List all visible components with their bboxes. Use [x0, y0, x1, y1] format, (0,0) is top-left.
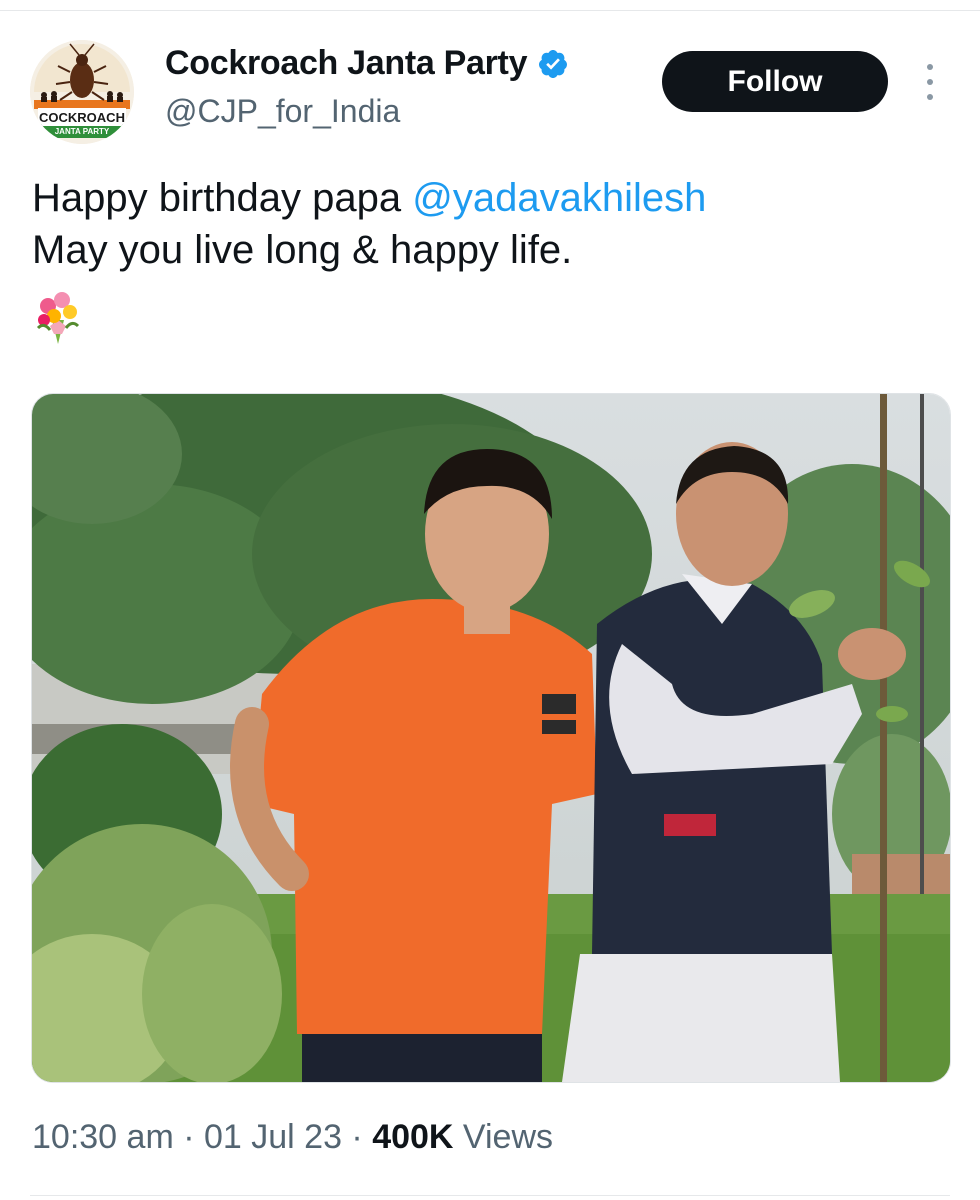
- tweet-text: Happy birthday papa @yadavakhilesh May y…: [32, 172, 952, 276]
- tweet-text-prefix: Happy birthday papa: [32, 176, 413, 220]
- views-label: Views: [453, 1118, 554, 1156]
- photo-illustration: [32, 394, 950, 1082]
- tweet-date[interactable]: 01 Jul 23: [204, 1118, 342, 1156]
- tweet-meta: 10:30 am · 01 Jul 23 · 400K Views: [32, 1118, 553, 1157]
- tweet-photo[interactable]: [31, 393, 951, 1083]
- tweet-line-1: Happy birthday papa @yadavakhilesh: [32, 172, 952, 224]
- meta-separator: ·: [341, 1118, 373, 1156]
- verified-badge-icon[interactable]: [537, 48, 569, 80]
- author-name-row: Cockroach Janta Party: [165, 44, 569, 83]
- cjp-logo: COCKROACH JANTA PARTY: [30, 40, 134, 144]
- follow-button[interactable]: Follow: [662, 51, 888, 112]
- avatar-logo-text: COCKROACH: [39, 110, 125, 125]
- tweet-line-2: May you live long & happy life.: [32, 228, 573, 272]
- more-vertical-icon[interactable]: [916, 64, 944, 100]
- top-divider: [0, 10, 980, 11]
- more-dot: [927, 79, 933, 85]
- bouquet-emoji-icon: [34, 290, 82, 346]
- mention-link[interactable]: @yadavakhilesh: [412, 176, 706, 220]
- more-dot: [927, 94, 933, 100]
- tweet-time[interactable]: 10:30 am: [32, 1118, 174, 1156]
- meta-separator: ·: [173, 1118, 204, 1156]
- avatar-logo-subtext: JANTA PARTY: [55, 127, 110, 136]
- bottom-divider: [30, 1195, 950, 1196]
- more-dot: [927, 64, 933, 70]
- author-display-name[interactable]: Cockroach Janta Party: [165, 44, 528, 83]
- avatar[interactable]: COCKROACH JANTA PARTY: [30, 40, 134, 144]
- views-count[interactable]: 400K: [372, 1118, 453, 1156]
- author-handle[interactable]: @CJP_for_India: [165, 93, 400, 130]
